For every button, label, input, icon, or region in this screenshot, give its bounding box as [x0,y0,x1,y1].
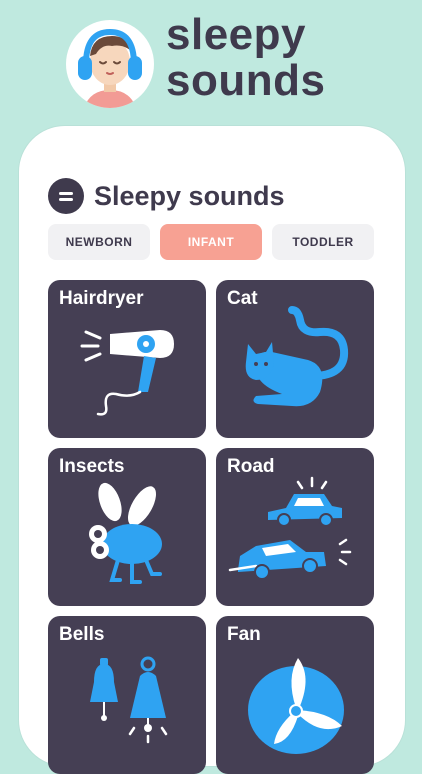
brand-line-2: sounds [166,56,326,105]
bells-icon [90,656,168,744]
sound-card-insects[interactable]: Insects [48,448,206,606]
sound-card-fan[interactable]: Fan [216,616,374,774]
insect-icon [89,482,162,584]
cat-icon [245,306,349,407]
tab-toddler[interactable]: TODDLER [272,224,374,260]
sleeping-kid-avatar-icon [66,20,154,108]
fan-icon [248,658,344,754]
tab-infant[interactable]: INFANT [160,224,262,260]
cars-icon [228,476,352,580]
hairdryer-icon [80,330,174,416]
menu-button[interactable] [48,178,84,214]
hero-banner: sleepy sounds [0,0,422,120]
sound-card-hairdryer[interactable]: Hairdryer [48,280,206,438]
app-title: Sleepy sounds [94,181,285,211]
brand-name: sleepy sounds [166,12,325,104]
brand-line-1: sleepy [166,10,306,59]
tab-newborn[interactable]: NEWBORN [48,224,150,260]
sound-card-road[interactable]: Road [216,448,374,606]
sound-card-bells[interactable]: Bells [48,616,206,774]
sound-card-cat[interactable]: Cat [216,280,374,438]
